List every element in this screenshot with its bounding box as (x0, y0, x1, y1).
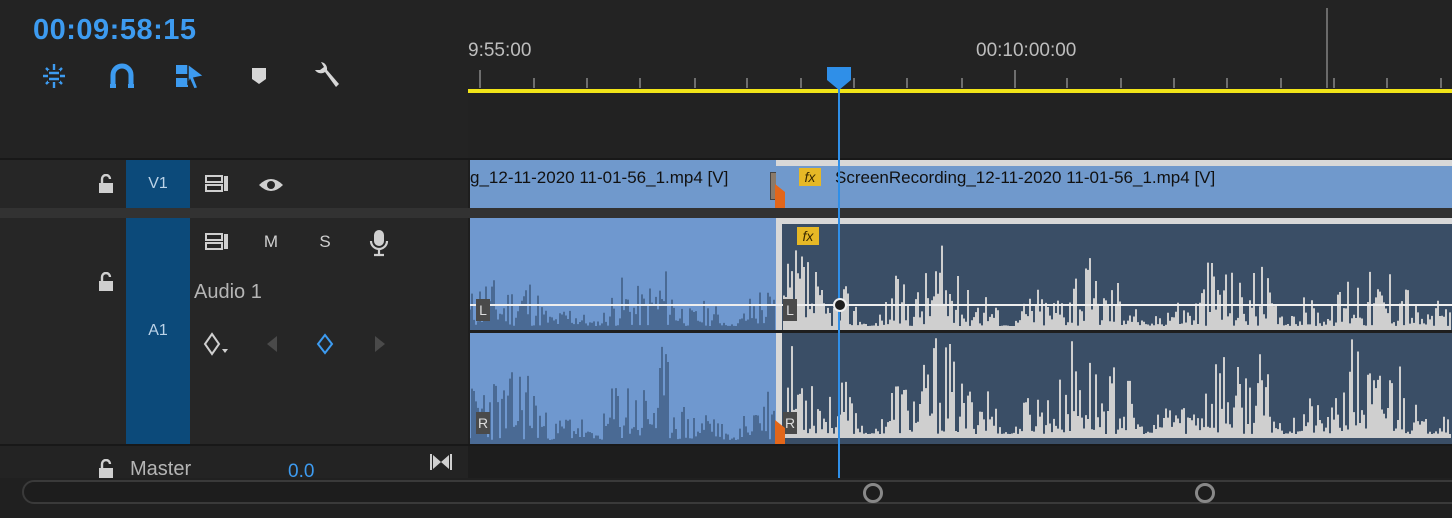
video-clip-left-label: g_12-11-2020 11-01-56_1.mp4 [V] (470, 168, 729, 187)
channel-divider (468, 330, 1452, 333)
track-header-a1 (0, 218, 468, 444)
scrollbar-right-handle[interactable] (1195, 483, 1215, 503)
empty-track-area (468, 93, 1452, 158)
channel-left-tag: L (783, 299, 797, 321)
timecode-ruler-ticks (479, 70, 1442, 88)
transition-marker (775, 420, 785, 444)
divider (0, 208, 1452, 218)
snap-magnet-icon[interactable] (106, 60, 138, 92)
fx-badge-icon: fx (799, 168, 821, 186)
lock-track-icon[interactable] (94, 457, 118, 481)
track-header-master (0, 446, 468, 478)
video-clip-right-label: ScreenRecording_12-11-2020 11-01-56_1.mp… (835, 168, 1216, 187)
waveform-bars (470, 346, 775, 444)
track-header-v1 (0, 160, 468, 208)
add-marker-icon[interactable] (243, 60, 275, 92)
transition-marker (775, 184, 785, 208)
waveform-bars (470, 271, 775, 330)
show-keyframes-icon[interactable] (200, 330, 234, 358)
channel-left-tag: L (476, 299, 490, 321)
waveform-bars (783, 338, 1451, 438)
ruler-label-10min: 00:10:00:00 (976, 40, 1077, 61)
sync-lock-icon[interactable] (202, 228, 232, 256)
ruler-label-start: 9:55:00 (468, 40, 532, 61)
voice-over-record-icon[interactable] (364, 226, 394, 260)
scrollbar-left-handle[interactable] (863, 483, 883, 503)
insert-overwrite-nest-icon[interactable] (38, 60, 70, 92)
master-track-area (468, 446, 1452, 478)
playhead-timecode[interactable]: 00:09:58:15 (33, 14, 197, 47)
solo-track-button[interactable]: S (310, 230, 340, 254)
lock-track-icon[interactable] (94, 270, 118, 294)
waveform-bars (783, 245, 1451, 330)
next-keyframe-icon[interactable] (370, 332, 390, 356)
linked-selection-icon[interactable] (174, 60, 206, 92)
lock-track-icon[interactable] (94, 172, 118, 196)
master-track-name: Master (130, 458, 192, 480)
channel-right-tag: R (476, 412, 490, 434)
timeline-settings-wrench-icon[interactable] (310, 60, 342, 92)
ruler-end-line (1326, 8, 1328, 88)
sync-lock-icon[interactable] (202, 170, 232, 198)
channel-right-tag: R (783, 412, 797, 434)
volume-keyframe-icon[interactable] (832, 297, 848, 313)
playhead-line[interactable] (838, 88, 840, 478)
header-spacer (0, 93, 468, 158)
track-height-toggle-icon[interactable] (428, 450, 454, 474)
previous-keyframe-icon[interactable] (262, 332, 282, 356)
timeline-zoom-scrollbar[interactable] (22, 480, 1452, 504)
track-target-v1[interactable]: V1 (126, 160, 190, 208)
track-target-a1[interactable]: A1 (126, 218, 190, 444)
track-name-a1[interactable]: Audio 1 (194, 281, 262, 304)
toggle-output-eye-icon[interactable] (256, 172, 286, 198)
mute-track-button[interactable]: M (256, 230, 286, 254)
add-remove-keyframe-icon[interactable] (313, 332, 337, 356)
